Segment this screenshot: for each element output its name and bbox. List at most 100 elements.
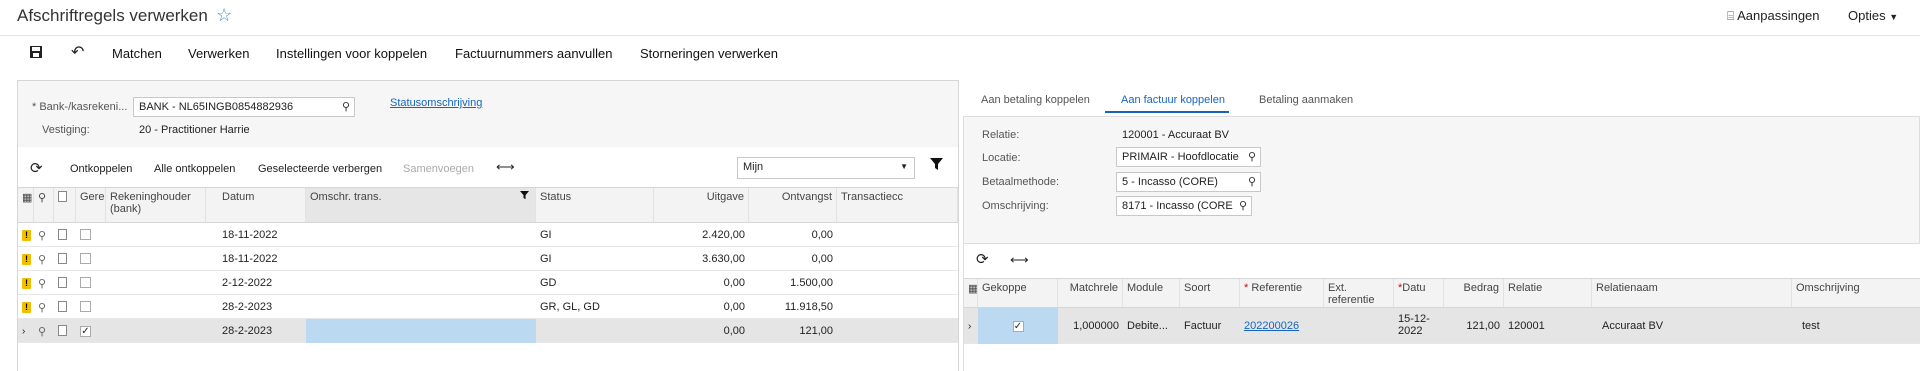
date-cell[interactable]: 18-11-2022 — [206, 223, 306, 247]
tab-link-payment[interactable]: Aan betaling koppelen — [981, 94, 1090, 106]
process-reversals-button[interactable]: Storneringen verwerken — [640, 46, 778, 61]
col-match-relevance[interactable]: Matchrele — [1058, 279, 1123, 307]
relation-cell[interactable]: 120001 — [1504, 308, 1592, 344]
row-processed[interactable] — [76, 271, 106, 295]
row-indicator[interactable]: ! — [18, 271, 34, 295]
account-holder-cell[interactable] — [106, 271, 206, 295]
search-icon[interactable]: ⚲ — [1248, 175, 1256, 188]
col-relation[interactable]: Relatie — [1504, 279, 1592, 307]
tab-link-invoice[interactable]: Aan factuur koppelen — [1121, 94, 1225, 106]
col-relation-name[interactable]: Relatienaam — [1592, 279, 1792, 307]
description-cell[interactable] — [306, 223, 536, 247]
received-cell[interactable]: 11.918,50 — [749, 295, 837, 319]
payment-method-field[interactable]: 5 - Incasso (CORE) ⚲ — [1116, 172, 1261, 192]
attachment-icon[interactable]: ⚲ — [38, 254, 46, 266]
col-transaction[interactable]: Transactiecc — [837, 188, 958, 222]
options-menu[interactable]: Opties ▼ — [1848, 8, 1898, 23]
search-icon[interactable]: ⚲ — [1239, 199, 1247, 212]
processed-checkbox[interactable] — [80, 229, 91, 240]
row-document[interactable] — [54, 223, 76, 247]
expense-cell[interactable]: 2.420,00 — [654, 223, 749, 247]
row-processed[interactable] — [76, 223, 106, 247]
description-cell[interactable]: test — [1792, 308, 1920, 344]
expense-cell[interactable]: 0,00 — [654, 319, 749, 343]
customize-button[interactable]: ⌸ Aanpassingen — [1727, 8, 1820, 24]
received-cell[interactable]: 0,00 — [749, 247, 837, 271]
row-indicator[interactable]: ! — [18, 295, 34, 319]
col-reference[interactable]: * Referentie — [1240, 279, 1324, 307]
hide-selected-button[interactable]: Geselecteerde verbergen — [258, 163, 382, 175]
col-processed[interactable]: Gere — [76, 188, 106, 222]
col-account-holder[interactable]: Rekeninghouder (bank) — [106, 188, 206, 222]
attachment-icon[interactable]: ⚲ — [38, 278, 46, 290]
table-row[interactable]: ! ⚲ 18-11-2022 GI 3.630,00 0,00 — [18, 247, 958, 271]
col-description[interactable]: Omschr. trans. — [306, 188, 536, 222]
col-ext-reference[interactable]: Ext. referentie — [1324, 279, 1394, 307]
filter-select[interactable]: Mijn ▼ — [737, 157, 915, 179]
bank-account-field[interactable]: BANK - NL65INGB0854882936 ⚲ — [133, 97, 355, 117]
amount-cell[interactable]: 121,00 — [1444, 308, 1504, 344]
match-settings-button[interactable]: Instellingen voor koppelen — [276, 46, 427, 61]
attachment-icon[interactable]: ⚲ — [38, 302, 46, 314]
document-icon[interactable] — [58, 301, 67, 312]
expense-cell[interactable]: 0,00 — [654, 271, 749, 295]
description-field[interactable]: 8171 - Incasso (CORE ⚲ — [1116, 196, 1252, 216]
status-cell[interactable]: GI — [536, 223, 654, 247]
status-cell[interactable] — [536, 319, 654, 343]
col-type[interactable]: Soort — [1180, 279, 1240, 307]
description-cell[interactable] — [306, 295, 536, 319]
date-cell[interactable]: 28-2-2023 — [206, 319, 306, 343]
unlink-button[interactable]: Ontkoppelen — [70, 163, 132, 175]
fit-columns-icon[interactable]: ⟷ — [496, 159, 515, 175]
status-cell[interactable]: GR, GL, GD — [536, 295, 654, 319]
document-icon[interactable] — [58, 277, 67, 288]
select-all-icon[interactable]: ▦ — [18, 188, 34, 222]
merge-button[interactable]: Samenvoegen — [403, 163, 474, 175]
col-date[interactable]: *Datu — [1394, 279, 1444, 307]
attachment-icon[interactable]: ⚲ — [38, 326, 46, 338]
unlink-all-button[interactable]: Alle ontkoppelen — [154, 163, 235, 175]
save-icon[interactable] — [29, 45, 43, 62]
row-attachment[interactable]: ⚲ — [34, 247, 54, 271]
processed-checkbox[interactable] — [80, 301, 91, 312]
refresh-icon[interactable]: ⟳ — [976, 250, 989, 268]
undo-icon[interactable]: ↶ — [71, 42, 84, 62]
row-processed[interactable]: ✓ — [76, 319, 106, 343]
refresh-icon[interactable]: ⟳ — [30, 159, 43, 177]
date-cell[interactable]: 15-12-2022 — [1394, 308, 1436, 344]
transaction-cell[interactable] — [837, 319, 958, 343]
received-cell[interactable]: 121,00 — [749, 319, 837, 343]
fit-columns-icon[interactable]: ⟷ — [1010, 252, 1029, 268]
table-row[interactable]: ! ⚲ 2-12-2022 GD 0,00 1.500,00 — [18, 271, 958, 295]
date-cell[interactable]: 28-2-2023 — [206, 295, 306, 319]
received-cell[interactable]: 1.500,00 — [749, 271, 837, 295]
col-date[interactable]: Datum — [206, 188, 306, 222]
linked-checkbox[interactable]: ✓ — [1012, 321, 1024, 332]
filter-icon[interactable] — [930, 158, 943, 174]
type-cell[interactable]: Factuur — [1180, 308, 1240, 344]
status-cell[interactable]: GI — [536, 247, 654, 271]
expense-cell[interactable]: 3.630,00 — [654, 247, 749, 271]
linked-cell[interactable]: ✓ — [978, 308, 1058, 344]
row-indicator[interactable]: › — [964, 308, 978, 344]
transaction-cell[interactable] — [837, 271, 958, 295]
row-document[interactable] — [54, 271, 76, 295]
date-cell[interactable]: 2-12-2022 — [206, 271, 306, 295]
col-linked[interactable]: Gekoppe — [978, 279, 1058, 307]
table-row[interactable]: ! ⚲ 28-2-2023 GR, GL, GD 0,00 11.918,50 — [18, 295, 958, 319]
match-cell[interactable]: 1,000000 — [1058, 308, 1123, 344]
ext-reference-cell[interactable] — [1324, 308, 1394, 344]
search-icon[interactable]: ⚲ — [1248, 150, 1256, 163]
account-holder-cell[interactable] — [106, 247, 206, 271]
transaction-cell[interactable] — [837, 247, 958, 271]
description-cell[interactable] — [306, 319, 536, 343]
row-attachment[interactable]: ⚲ — [34, 271, 54, 295]
search-icon[interactable]: ⚲ — [342, 100, 350, 113]
row-indicator[interactable]: ! — [18, 223, 34, 247]
table-row[interactable]: › ✓ 1,000000 Debite... Factuur 202200026 15-12… — [964, 308, 1920, 344]
col-description[interactable]: Omschrijving — [1792, 279, 1920, 307]
col-status[interactable]: Status — [536, 188, 654, 222]
location-field[interactable]: PRIMAIR - Hoofdlocatie ⚲ — [1116, 147, 1261, 167]
select-all-icon[interactable]: ▦ — [964, 279, 978, 307]
col-module[interactable]: Module — [1123, 279, 1180, 307]
